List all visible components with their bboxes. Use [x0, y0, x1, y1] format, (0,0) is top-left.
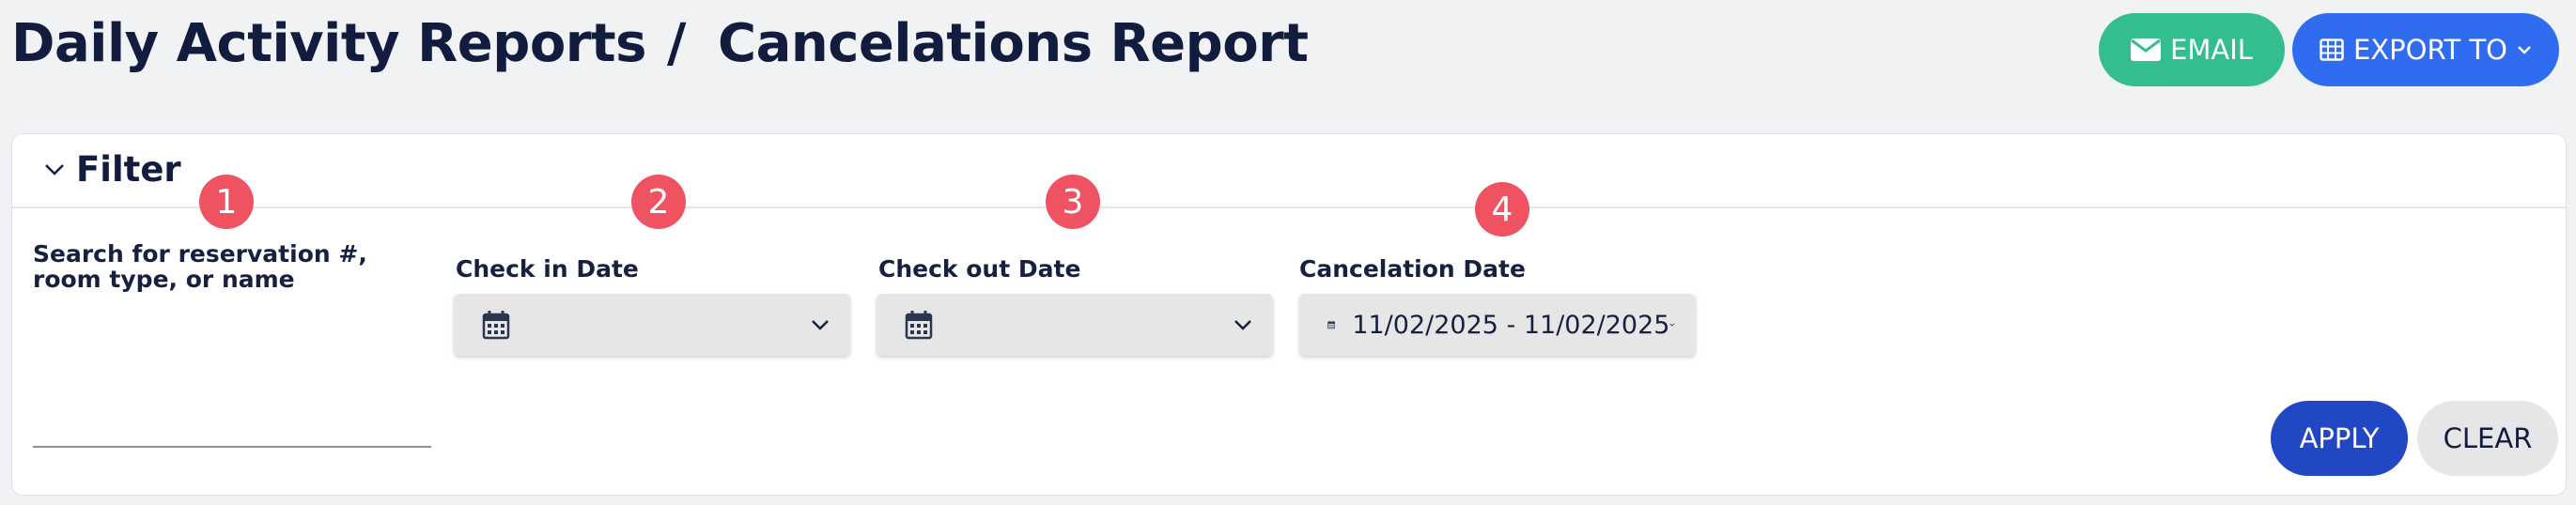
- check-out-date-picker[interactable]: [877, 294, 1273, 356]
- check-in-date-picker[interactable]: [454, 294, 850, 356]
- filter-panel: Filter 1 2 3 4 Search for reservation #,…: [11, 133, 2567, 496]
- breadcrumb-current: Cancelations Report: [717, 13, 1309, 74]
- step-marker-3: 3: [1046, 175, 1100, 229]
- page-title: Daily Activity Reports / Cancelations Repo…: [11, 13, 1309, 74]
- envelope-icon: [2131, 38, 2162, 61]
- check-in-label: Check in Date: [456, 255, 639, 283]
- chevron-down-icon: [1669, 323, 1675, 327]
- chevron-down-icon: [2518, 46, 2531, 54]
- calendar-icon: [482, 311, 510, 340]
- cancelation-date-picker[interactable]: 11/02/2025 - 11/02/2025: [1299, 294, 1696, 356]
- filter-toggle[interactable]: Filter: [44, 149, 181, 190]
- page-header: Daily Activity Reports / Cancelations Repo…: [11, 0, 2565, 94]
- search-input[interactable]: [33, 416, 431, 448]
- email-label: EMAIL: [2170, 34, 2253, 66]
- search-label: Search for reservation #, room type, or …: [33, 240, 367, 293]
- filter-title: Filter: [76, 149, 181, 190]
- chevron-down-icon: [812, 320, 829, 330]
- calendar-icon: [905, 311, 933, 340]
- table-icon: [2320, 38, 2344, 61]
- email-button[interactable]: EMAIL: [2099, 13, 2285, 86]
- clear-button[interactable]: CLEAR: [2417, 401, 2558, 476]
- step-marker-4: 4: [1475, 182, 1529, 237]
- chevron-down-icon: [1234, 320, 1251, 330]
- step-marker-2: 2: [631, 175, 686, 229]
- export-to-button[interactable]: EXPORT TO: [2292, 13, 2559, 86]
- breadcrumb-separator: /: [667, 13, 686, 74]
- apply-button[interactable]: APPLY: [2271, 401, 2408, 476]
- calendar-icon: [1327, 320, 1336, 329]
- breadcrumb-parent[interactable]: Daily Activity Reports: [11, 13, 647, 74]
- check-out-label: Check out Date: [878, 255, 1081, 283]
- cancelation-date-value: 11/02/2025 - 11/02/2025: [1352, 310, 1670, 340]
- chevron-down-icon: [45, 163, 64, 176]
- filter-panel-header: Filter: [12, 134, 2566, 208]
- step-marker-1: 1: [199, 175, 254, 229]
- export-label: EXPORT TO: [2352, 34, 2508, 66]
- cancelation-date-label: Cancelation Date: [1299, 255, 1526, 283]
